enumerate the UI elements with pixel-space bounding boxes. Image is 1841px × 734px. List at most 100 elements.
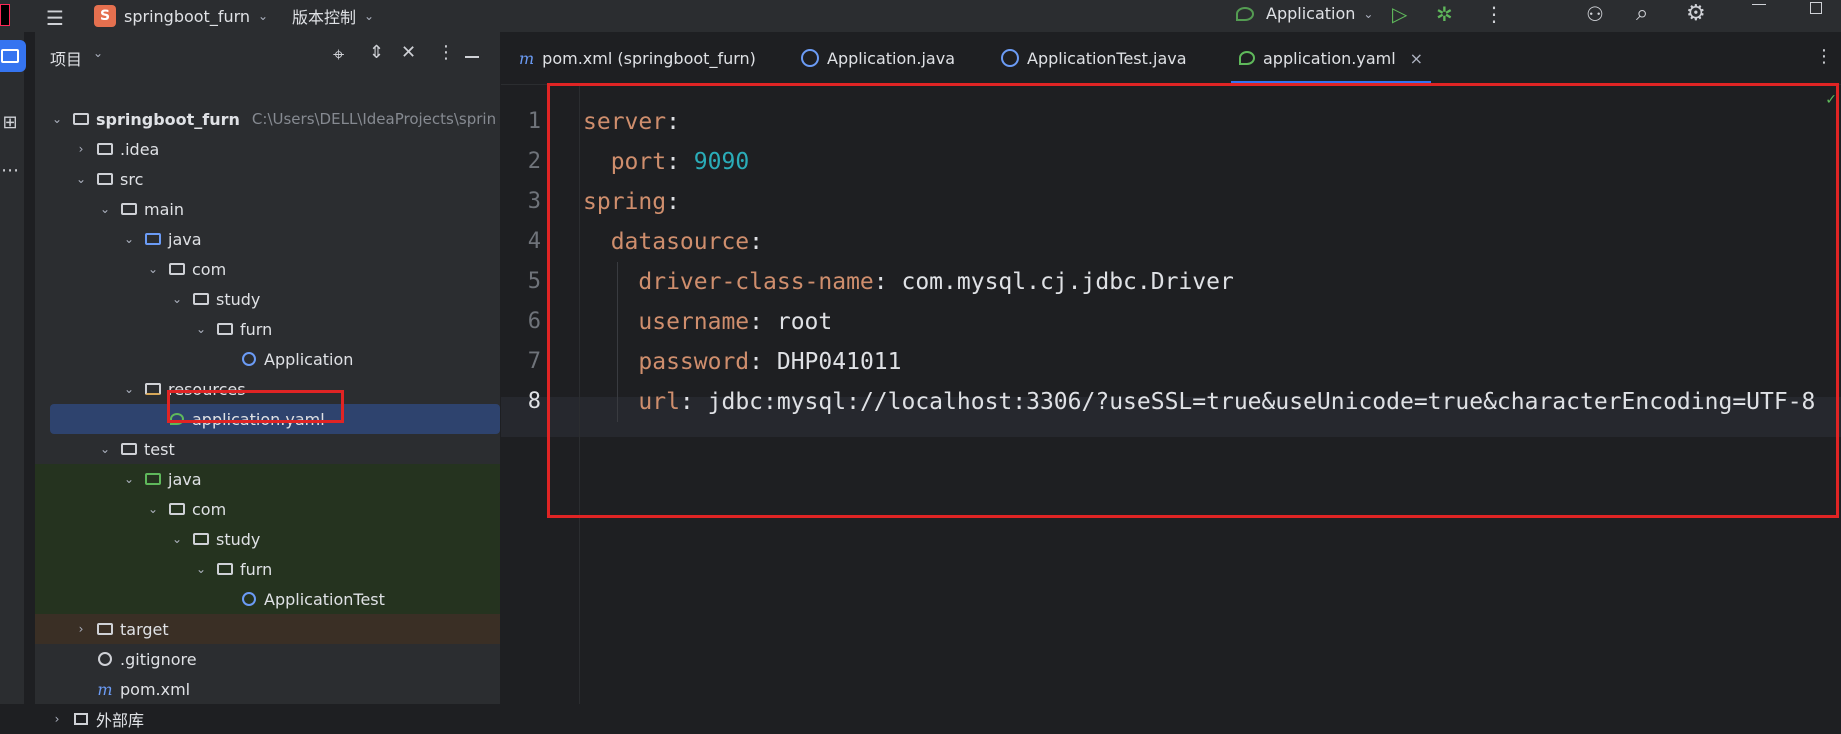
package-icon <box>216 321 234 337</box>
tree-item[interactable]: ⌄ furn <box>35 554 500 584</box>
tree-item[interactable]: ⌄ java <box>35 224 500 254</box>
chevron-down-icon[interactable]: ⌄ <box>170 532 184 546</box>
tree-item[interactable]: › .idea <box>35 134 500 164</box>
tree-item[interactable]: ApplicationTest <box>35 584 500 614</box>
chevron-down-icon: ⌄ <box>1363 6 1374 21</box>
tree-item[interactable]: ⌄ java <box>35 464 500 494</box>
tree-item[interactable]: ⌄ main <box>35 194 500 224</box>
add-user-icon[interactable]: ⚇ <box>1586 2 1604 26</box>
project-switcher[interactable]: S springboot_furn ⌄ <box>94 5 268 27</box>
folder-icon <box>120 441 138 457</box>
run-config-selector[interactable]: Application ⌄ <box>1236 4 1373 23</box>
tree-item-label: 外部库 <box>96 711 145 730</box>
debug-icon[interactable]: ✲ <box>1436 2 1453 26</box>
spring-class-icon <box>801 49 819 67</box>
more-tools-button[interactable]: ⋯ <box>0 154 26 186</box>
package-icon-shape <box>217 323 233 335</box>
run-icon[interactable]: ▷ <box>1392 2 1407 26</box>
chevron-down-icon[interactable]: ⌄ <box>146 262 160 276</box>
tree-item-label: java <box>168 229 202 249</box>
package-icon <box>168 501 186 517</box>
chevron-down-icon[interactable]: ⌄ <box>122 472 136 486</box>
search-icon[interactable]: ⌕ <box>1636 1 1648 26</box>
tree-item[interactable]: .gitignore <box>35 644 500 674</box>
line-number: 6 <box>527 309 541 334</box>
chevron-down-icon[interactable]: ⌄ <box>98 442 112 456</box>
tree-item[interactable]: ⌄ com <box>35 254 500 284</box>
package-icon <box>168 261 186 277</box>
resources-folder-icon-shape <box>145 383 161 395</box>
folder-icon-shape <box>97 173 113 185</box>
tree-item-label: ApplicationTest <box>264 589 385 609</box>
collapse-all-icon[interactable]: ✕ <box>401 42 416 63</box>
maven-icon: m <box>97 679 113 699</box>
chevron-down-icon[interactable]: ⌄ <box>170 292 184 306</box>
class-icon-shape <box>242 592 256 606</box>
folder-icon <box>96 171 114 187</box>
folder-icon <box>1 49 19 63</box>
hide-panel-icon[interactable] <box>465 56 479 58</box>
close-tab-icon[interactable]: × <box>1410 49 1423 68</box>
package-icon-shape <box>169 263 185 275</box>
chevron-down-icon[interactable]: ⌄ <box>74 172 88 186</box>
chevron-right-icon[interactable]: › <box>50 712 64 726</box>
tree-item[interactable]: ⌄ test <box>35 434 500 464</box>
tree-item[interactable]: ⌄ com <box>35 494 500 524</box>
run-config-name: Application <box>1266 4 1356 23</box>
tree-item-label: study <box>216 289 261 309</box>
chevron-down-icon[interactable]: ⌄ <box>122 232 136 246</box>
main-menu-icon[interactable]: ☰ <box>46 6 64 30</box>
options-icon[interactable]: ⋮ <box>437 42 455 63</box>
tree-item-label: furn <box>240 559 273 579</box>
tree-item[interactable]: › 外部库 <box>35 704 500 734</box>
highlight-box-tree-item <box>167 390 344 423</box>
structure-icon: ⊞ <box>2 111 18 133</box>
line-number: 4 <box>527 229 541 254</box>
line-number: 5 <box>527 269 541 294</box>
ignore-icon <box>96 651 114 667</box>
tree-item[interactable]: › target <box>35 614 500 644</box>
app-logo-icon <box>0 4 10 26</box>
tree-item-label: com <box>192 499 227 519</box>
chevron-down-icon[interactable]: ⌄ <box>93 46 103 60</box>
tree-item-label: com <box>192 259 227 279</box>
chevron-down-icon[interactable]: ⌄ <box>122 382 136 396</box>
tree-item[interactable]: ⌄ furn <box>35 314 500 344</box>
tree-item[interactable]: ⌄ study <box>35 524 500 554</box>
chevron-down-icon[interactable]: ⌄ <box>194 322 208 336</box>
tree-item[interactable]: m pom.xml <box>35 674 500 704</box>
highlight-box-editor <box>547 83 1839 518</box>
locate-file-icon[interactable]: ⌖ <box>333 42 344 66</box>
chevron-down-icon: ⌄ <box>364 9 375 23</box>
chevron-down-icon[interactable]: ⌄ <box>146 502 160 516</box>
chevron-down-icon: ⌄ <box>258 9 269 23</box>
vcs-label: 版本控制 <box>292 8 357 27</box>
tree-item[interactable]: ⌄ springboot_furn C:\Users\DELL\IdeaProjec… <box>35 104 500 134</box>
tab-application-java[interactable]: Application.java <box>783 32 973 84</box>
vcs-menu[interactable]: 版本控制 ⌄ <box>292 4 374 28</box>
chevron-down-icon[interactable]: ⌄ <box>194 562 208 576</box>
chevron-down-icon[interactable]: ⌄ <box>50 112 64 126</box>
tree-item[interactable]: Application <box>35 344 500 374</box>
more-actions-icon[interactable]: ⋮ <box>1484 2 1504 26</box>
tabs-more-icon[interactable]: ⋮ <box>1815 46 1833 67</box>
tab-application-yaml[interactable]: application.yaml × <box>1221 32 1441 84</box>
chevron-right-icon[interactable]: › <box>74 622 88 636</box>
restore-icon[interactable] <box>1810 2 1822 14</box>
class-icon <box>240 591 258 607</box>
project-panel-title[interactable]: 项目 <box>50 46 82 70</box>
chevron-right-icon[interactable]: › <box>74 142 88 156</box>
tab-pom-xml[interactable]: m pom.xml (springboot_furn) <box>501 32 774 84</box>
project-panel-header: 项目 ⌄ ⌖ ⇕ ✕ ⋮ <box>35 32 500 84</box>
structure-tool-button[interactable]: ⊞ <box>0 106 26 138</box>
line-number: 1 <box>527 109 541 134</box>
tree-item[interactable]: ⌄ study <box>35 284 500 314</box>
minimize-icon[interactable] <box>1752 4 1766 5</box>
chevron-down-icon[interactable]: ⌄ <box>98 202 112 216</box>
settings-gear-icon[interactable]: ⚙ <box>1686 1 1706 26</box>
tree-item-label: study <box>216 529 261 549</box>
expand-all-icon[interactable]: ⇕ <box>369 42 384 63</box>
tab-application-test-java[interactable]: ApplicationTest.java <box>983 32 1205 84</box>
project-tool-button[interactable] <box>0 40 26 72</box>
tree-item[interactable]: ⌄ src <box>35 164 500 194</box>
